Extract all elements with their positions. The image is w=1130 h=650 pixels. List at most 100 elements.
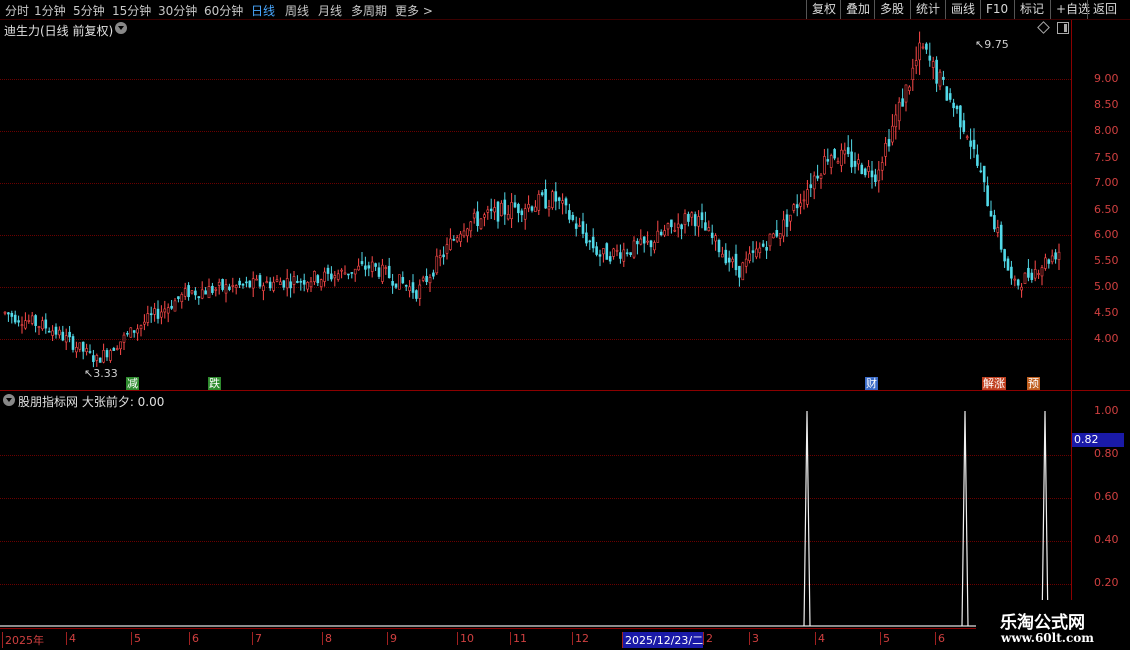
statistics-button[interactable]: 统计 [910,0,945,19]
candle-body [931,61,935,68]
period-tab-multi[interactable]: 多周期 [351,2,387,19]
candle-body [483,214,486,218]
draw-line-button[interactable]: 画线 [945,0,980,19]
candle-body [1020,286,1023,291]
period-tab-60min[interactable]: 60分钟 [204,2,243,19]
period-tab-monthly[interactable]: 月线 [318,2,342,19]
mark-button[interactable]: 标记 [1014,0,1049,19]
candle-body [112,347,116,351]
period-tab-weekly[interactable]: 周线 [285,2,309,19]
candle-body [731,258,734,263]
candle-body [30,315,34,324]
indicator-chart[interactable] [0,392,1071,628]
candle-body [146,313,150,323]
ind-y-tick: 1.00 [1094,404,1119,417]
candle-body [809,184,813,188]
candle-body [874,174,877,183]
date-tick: 4 [66,632,76,645]
candle-body [214,288,218,291]
event-tag-forecast[interactable]: 预 [1027,377,1040,390]
candle-body [758,247,762,254]
candle-body [449,238,452,250]
candle-body [187,285,190,298]
candle-body [948,93,952,100]
candle-body [275,279,279,282]
candle-body [636,240,639,245]
candle-body [642,236,646,244]
candle-body [581,221,585,234]
candle-body [557,197,561,201]
candle-body [47,330,51,333]
candle-body [27,320,31,322]
candle-body [289,281,292,289]
candle-body [544,189,547,209]
f10-button[interactable]: F10 [980,0,1013,19]
y-tick: 7.50 [1094,151,1119,164]
candle-body [976,154,979,166]
overlay-button[interactable]: 叠加 [840,0,875,19]
y-tick: 9.00 [1094,72,1119,85]
candle-body [942,76,945,80]
candle-body [867,166,870,172]
candle-body [904,84,908,103]
period-tab-more[interactable]: 更多 > [395,2,433,19]
candle-body [466,228,469,237]
candle-body [445,244,449,254]
candle-body [717,239,721,253]
candle-body [129,327,133,338]
candle-body [738,265,741,278]
event-tag-unlock-rise[interactable]: 解涨 [982,377,1006,390]
back-button[interactable]: 返回 [1087,0,1122,19]
candle-body [41,320,44,330]
candle-body [160,311,163,318]
candle-body [1040,267,1044,277]
period-tab-1min[interactable]: 1分钟 [34,2,66,19]
candle-body [823,156,826,175]
candlestick-chart[interactable] [0,20,1071,390]
candle-body [965,136,969,139]
candle-body [687,213,690,222]
candle-body [17,320,20,323]
candle-body [472,212,476,219]
period-tab-daily[interactable]: 日线 [251,2,275,19]
candle-body [282,280,286,288]
candle-body [629,252,632,255]
candle-body [880,162,884,171]
candle-body [568,210,571,220]
candle-body [1003,249,1006,262]
candle-body [836,161,840,164]
multi-stock-button[interactable]: 多股 [874,0,909,19]
period-tab-fenshi[interactable]: 分时 [5,2,29,19]
candle-body [122,334,126,343]
candle-body [319,279,323,287]
date-tick: 12 [572,632,589,645]
candle-body [714,235,717,242]
event-tag-finance[interactable]: 财 [865,377,878,390]
candle-body [119,341,122,350]
candle-body [296,280,299,283]
period-tab-30min[interactable]: 30分钟 [158,2,197,19]
fuquan-button[interactable]: 复权 [806,0,841,19]
period-tab-15min[interactable]: 15分钟 [112,2,151,19]
candle-body [438,255,442,259]
candle-body [850,151,853,168]
candle-body [551,191,554,208]
candle-body [1016,279,1020,286]
candle-body [98,357,102,363]
period-tab-5min[interactable]: 5分钟 [73,2,105,19]
candle-body [625,252,629,255]
candle-body [374,263,377,267]
event-tag-reduce[interactable]: 减 [126,377,139,390]
candle-body [721,253,724,258]
min-price-label: ↖3.33 [84,367,118,380]
candle-body [959,105,962,128]
candle-body [231,285,235,287]
candle-body [207,286,211,299]
candle-body [455,237,459,242]
candle-body [527,204,530,209]
ind-y-tick: 0.80 [1094,447,1119,460]
candle-body [139,325,143,329]
candle-body [683,213,687,225]
max-price-label: ↖9.75 [975,38,1009,51]
event-tag-fall[interactable]: 跌 [208,377,221,390]
